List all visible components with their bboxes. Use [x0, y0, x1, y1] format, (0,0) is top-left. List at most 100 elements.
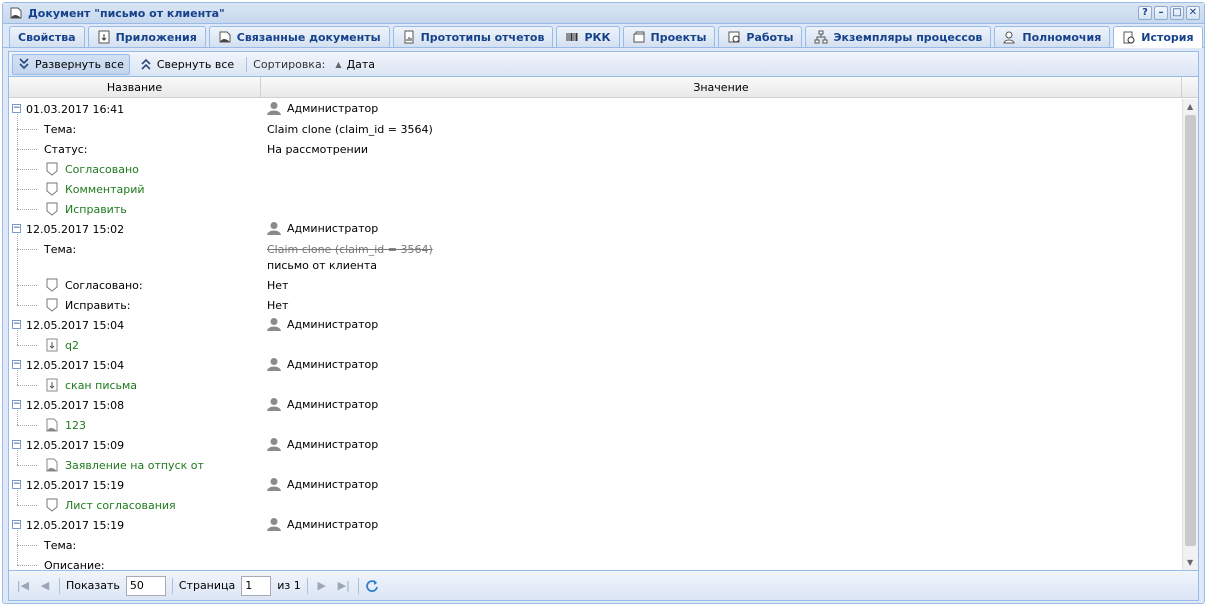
page-count-label: из 1 [277, 579, 301, 592]
linked-object[interactable]: q2 [65, 339, 79, 352]
first-page-icon[interactable]: |◀ [15, 579, 31, 592]
linked-object[interactable]: Заявление на отпуск от [65, 459, 204, 472]
collapse-toggle-icon[interactable]: − [12, 320, 21, 329]
tab-1[interactable]: Приложения [87, 26, 206, 47]
tab-9[interactable]: История [1113, 26, 1203, 48]
history-entry[interactable]: −12.05.2017 15:04 Администратор [9, 355, 1181, 375]
vertical-scrollbar[interactable]: ▲ ▼ [1182, 99, 1198, 570]
tab-3[interactable]: Прототипы отчетов [392, 26, 554, 47]
linked-object[interactable]: 123 [65, 419, 86, 432]
pager-separator [357, 577, 359, 594]
tab-6[interactable]: Работы [718, 26, 803, 47]
projects-icon [633, 31, 644, 43]
tab-label: РКК [584, 30, 611, 44]
scroll-up-icon[interactable]: ▲ [1187, 102, 1193, 111]
expand-all-label: Развернуть все [35, 57, 124, 71]
close-button[interactable]: ✕ [1186, 6, 1200, 20]
scroll-down-icon[interactable]: ▼ [1187, 558, 1193, 567]
tab-8[interactable]: Полномочия [994, 26, 1111, 47]
history-detail-row: 123 [9, 415, 1181, 435]
entry-user-name: Администратор [287, 221, 379, 235]
linked-object[interactable]: Лист согласования [65, 499, 176, 512]
entry-user-name: Администратор [287, 317, 379, 331]
document-icon [46, 458, 58, 472]
attachment-icon [98, 30, 110, 44]
help-button[interactable]: ? [1138, 6, 1152, 20]
history-detail-row: скан письма [9, 375, 1181, 395]
collapse-toggle-icon[interactable]: − [12, 224, 21, 233]
process-icon [814, 30, 828, 44]
linked-object[interactable]: Исправить [65, 203, 127, 216]
scroll-thumb[interactable] [1185, 115, 1196, 546]
entry-date: 12.05.2017 15:04 [26, 319, 125, 332]
history-entry[interactable]: −01.03.2017 16:41 Администратор [9, 99, 1181, 119]
tree-line [17, 370, 18, 385]
history-detail-row: Тема: Claim clone (claim_id = 3564) [9, 119, 1181, 139]
sort-label: Сортировка: [253, 57, 326, 71]
history-entry[interactable]: −12.05.2017 15:04 Администратор [9, 315, 1181, 335]
collapse-toggle-icon[interactable]: − [12, 360, 21, 369]
history-entry[interactable]: −12.05.2017 15:19 Администратор [9, 515, 1181, 535]
tree-line [17, 234, 18, 305]
column-header-name[interactable]: Название [9, 77, 261, 97]
tab-5[interactable]: Проекты [622, 26, 716, 47]
field-value: Нет [267, 279, 289, 292]
page-size-input[interactable] [125, 575, 166, 596]
linked-object[interactable]: Согласовано [65, 163, 139, 176]
column-header-value[interactable]: Значение [261, 77, 1182, 97]
collapse-toggle-icon[interactable]: − [12, 400, 21, 409]
minimize-button[interactable]: – [1154, 6, 1168, 20]
prev-page-icon[interactable]: ◀ [37, 579, 53, 592]
history-entry[interactable]: −12.05.2017 15:02 Администратор [9, 219, 1181, 239]
page-number-input[interactable] [241, 575, 272, 596]
history-detail-row: Исправить [9, 199, 1181, 219]
shield-icon [46, 298, 58, 312]
user-icon [267, 358, 281, 371]
entry-user-name: Администратор [287, 101, 379, 115]
tab-2[interactable]: Связанные документы [208, 26, 390, 47]
tab-7[interactable]: Экземпляры процессов [805, 26, 992, 47]
collapse-all-icon [141, 58, 151, 70]
history-entry[interactable]: −12.05.2017 15:08 Администратор [9, 395, 1181, 415]
linked-object[interactable]: скан письма [65, 379, 137, 392]
last-page-icon[interactable]: ▶| [336, 579, 352, 592]
collapse-toggle-icon[interactable]: − [12, 480, 21, 489]
entry-date: 01.03.2017 16:41 [26, 103, 125, 116]
entry-user: Администратор [267, 101, 378, 115]
page-label: Страница [178, 579, 236, 592]
entry-user-name: Администратор [287, 437, 379, 451]
history-detail-row: Лист согласования [9, 495, 1181, 515]
user-icon [267, 222, 281, 235]
new-value: письмо от клиента [267, 259, 377, 272]
collapse-all-button[interactable]: Свернуть все [134, 54, 240, 75]
linked-object[interactable]: Комментарий [65, 183, 145, 196]
entry-date: 12.05.2017 15:08 [26, 399, 125, 412]
window-titlebar[interactable]: Документ "письмо от клиента" ? – □ ✕ [3, 3, 1204, 24]
tab-label: Экземпляры процессов [833, 30, 983, 44]
collapse-toggle-icon[interactable]: − [12, 104, 21, 113]
next-page-icon[interactable]: ▶ [314, 579, 330, 592]
history-detail-row: Статус: На рассмотрении [9, 139, 1181, 159]
entry-user-name: Администратор [287, 477, 379, 491]
sort-by-date-button[interactable]: ▲ Дата [329, 54, 381, 75]
entry-date: 12.05.2017 15:04 [26, 359, 125, 372]
refresh-icon[interactable] [365, 579, 379, 593]
history-detail-row: Тема: [9, 535, 1181, 555]
collapse-all-label: Свернуть все [156, 57, 235, 71]
collapse-toggle-icon[interactable]: − [12, 520, 21, 529]
expand-all-button[interactable]: Развернуть все [12, 53, 130, 75]
history-entry[interactable]: −12.05.2017 15:09 Администратор [9, 435, 1181, 455]
user-icon [267, 318, 281, 331]
tree-line [17, 330, 18, 345]
field-label: Исправить: [65, 299, 131, 312]
document-window: Документ "письмо от клиента" ? – □ ✕ Сво… [2, 2, 1205, 604]
maximize-button[interactable]: □ [1170, 6, 1184, 20]
history-entry[interactable]: −12.05.2017 15:19 Администратор [9, 475, 1181, 495]
grid-header: Название Значение [9, 77, 1198, 98]
tab-0[interactable]: Свойства [9, 26, 85, 47]
collapse-toggle-icon[interactable]: − [12, 440, 21, 449]
tab-4[interactable]: РКК [556, 26, 620, 47]
page-size-label: Показать [66, 579, 120, 592]
shield-icon [46, 202, 58, 216]
tab-label: Прототипы отчетов [420, 30, 545, 44]
